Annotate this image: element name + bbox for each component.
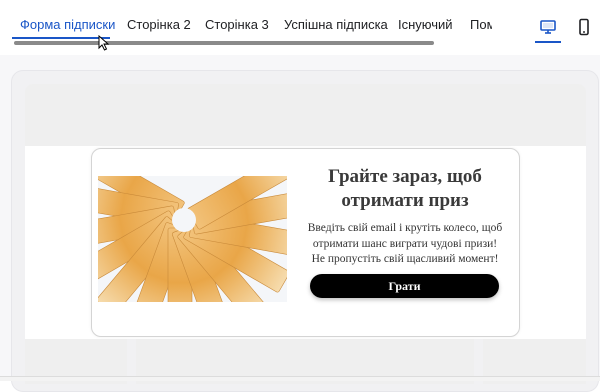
mouse-pointer-icon <box>98 35 110 51</box>
play-button[interactable]: Грати <box>310 274 499 298</box>
subscription-popup: Грайте зараз, щоб отримати приз Введіть … <box>91 148 520 337</box>
euro-banknotes-fan-image <box>98 176 287 302</box>
popup-description: Введіть свій email і крутіть колесо, щоб… <box>307 222 503 265</box>
tab-truncated[interactable]: Пом <box>470 17 492 32</box>
tab-subscription-form[interactable]: Форма підписки <box>20 17 115 32</box>
tabs-scrollbar[interactable] <box>14 41 434 45</box>
active-tab-indicator <box>12 37 110 39</box>
tab-page-2[interactable]: Сторінка 2 <box>127 17 191 32</box>
desktop-icon <box>540 20 556 34</box>
tab-page-3[interactable]: Сторінка 3 <box>205 17 269 32</box>
tab-successful-subscription[interactable]: Успішна підписка <box>284 17 388 32</box>
preview-tab-bar: Форма підписки Сторінка 2 Сторінка 3 Усп… <box>0 0 600 52</box>
desktop-view-button[interactable] <box>535 14 561 43</box>
bottom-divider <box>0 376 600 381</box>
mobile-icon <box>579 18 589 36</box>
mobile-view-button[interactable] <box>571 14 597 40</box>
popup-title: Грайте зараз, щоб отримати приз <box>328 166 482 211</box>
page-header-placeholder <box>25 84 586 146</box>
tab-existing[interactable]: Існуючий <box>398 17 453 32</box>
